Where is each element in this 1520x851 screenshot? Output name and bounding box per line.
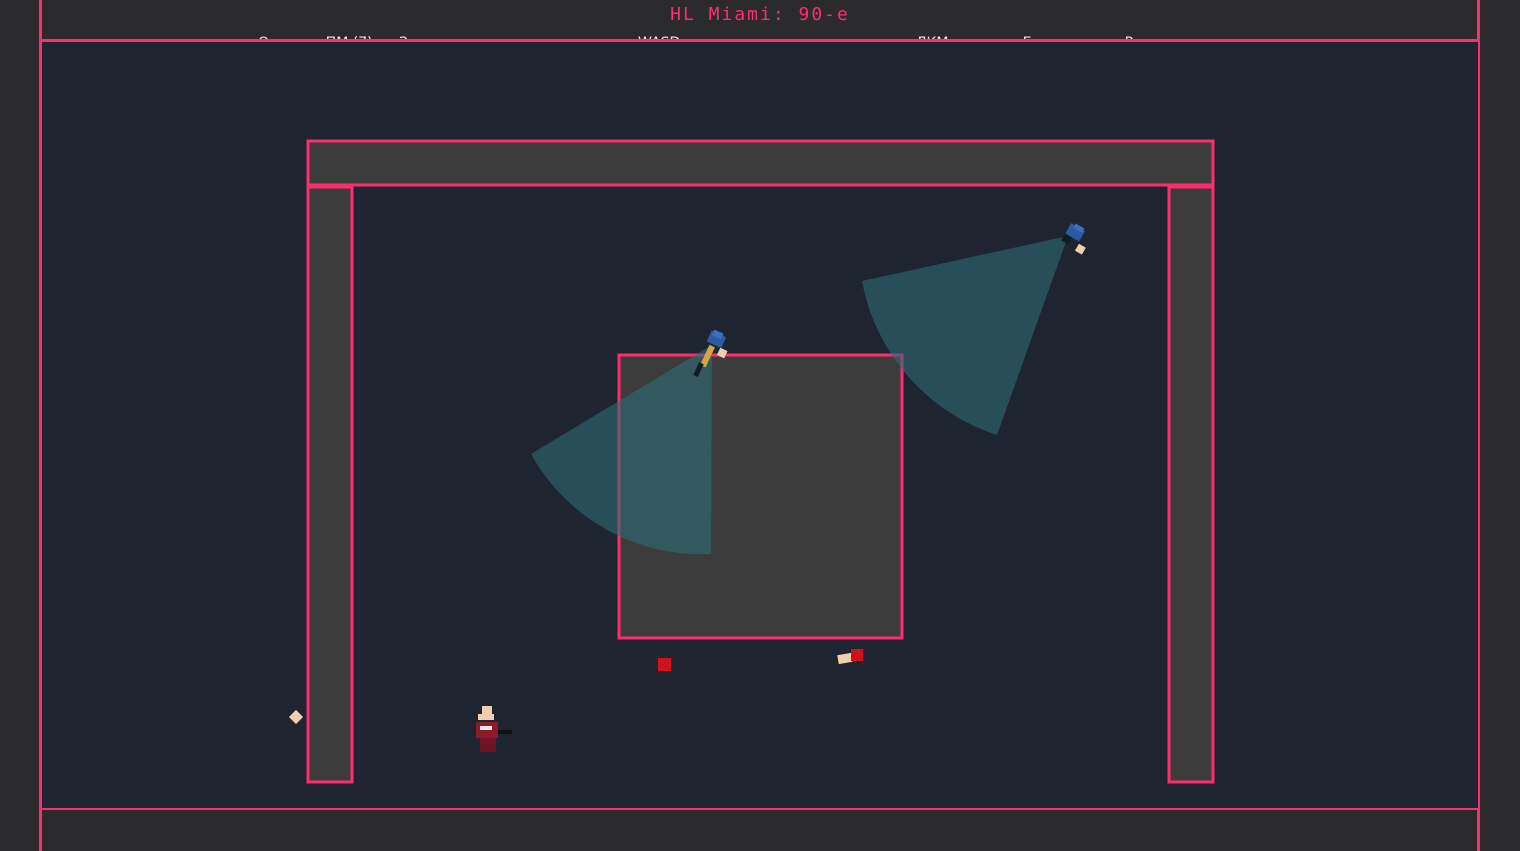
dropped-item[interactable] (837, 652, 853, 665)
blood-mark (851, 649, 863, 661)
enemy-unarmed[interactable] (1060, 221, 1094, 255)
wall-top (306, 139, 1215, 187)
player-character[interactable] (476, 706, 512, 752)
wall-right (1167, 185, 1215, 784)
wall-left (306, 185, 354, 784)
blood-mark (658, 658, 671, 671)
game-screen: HL Miami: 90-е Оружие: ПМ (7) Задача: оч… (0, 0, 1520, 851)
game-canvas[interactable] (0, 0, 1520, 851)
pistol-icon (498, 730, 512, 734)
dropped-item[interactable] (288, 709, 304, 725)
